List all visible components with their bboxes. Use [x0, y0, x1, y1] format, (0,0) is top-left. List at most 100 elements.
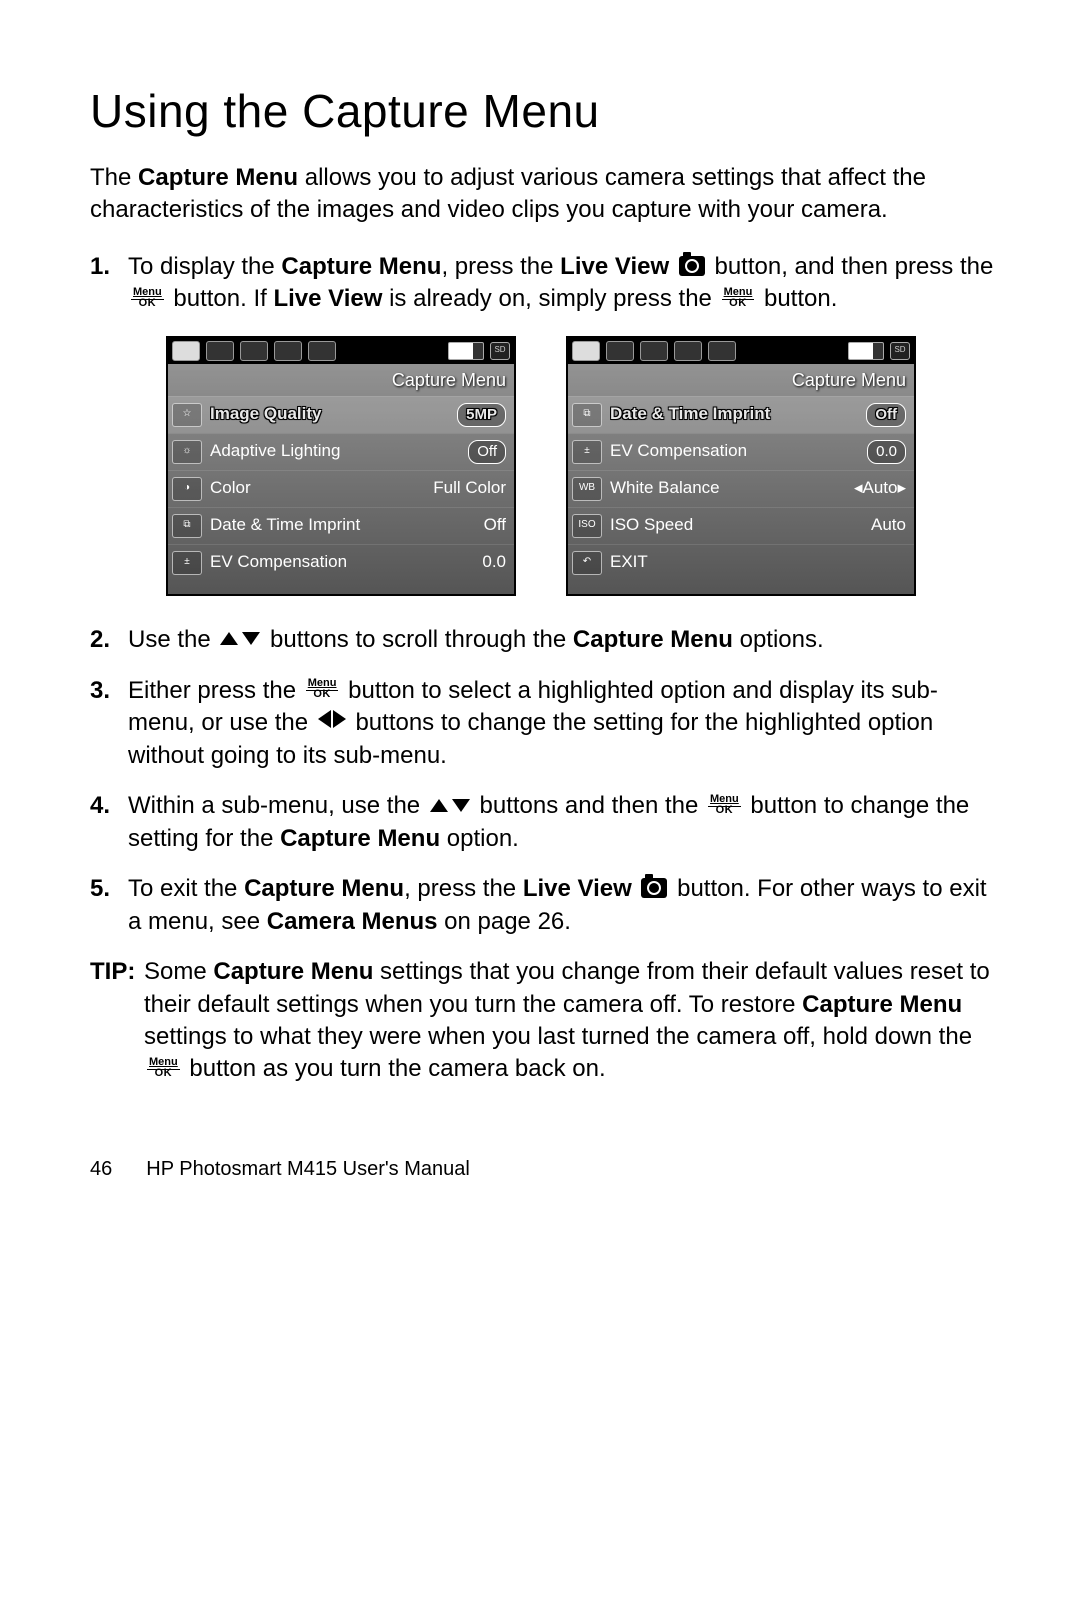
- t: Capture Menu: [573, 626, 733, 653]
- tab-icon: [274, 341, 302, 361]
- t: Use the: [128, 626, 217, 653]
- menu-ok-icon: MenuOK: [147, 1057, 180, 1079]
- menu-ok-icon: MenuOK: [708, 794, 741, 816]
- step-4: 4. Within a sub-menu, use the buttons an…: [90, 790, 1000, 855]
- tip-label: TIP:: [90, 956, 135, 988]
- row-icon: ☆: [172, 403, 202, 427]
- row-icon: ◑: [172, 477, 202, 501]
- sd-icon: SD: [490, 342, 510, 360]
- t: Some: [144, 958, 213, 985]
- row-icon: WB: [572, 477, 602, 501]
- t: button, and then press the: [714, 253, 993, 280]
- tab-icon: [572, 341, 600, 361]
- battery-icon: [848, 342, 884, 360]
- row-name: Date & Time Imprint: [610, 403, 866, 426]
- row-icon: ISO: [572, 514, 602, 538]
- up-down-arrows-icon: [220, 622, 260, 654]
- screenshots: SD Capture Menu ☆ Image Quality5MP ☼ Adapti…: [166, 336, 1000, 596]
- row-value: 5MP: [457, 403, 506, 427]
- row-icon: ↶: [572, 551, 602, 575]
- t: button as you turn the camera back on.: [183, 1055, 606, 1082]
- camera-icon: [641, 878, 667, 898]
- left-right-arrows-icon: [318, 705, 346, 737]
- t: OK: [155, 1066, 173, 1079]
- t: Capture Menu: [280, 825, 440, 852]
- page-footer: 46 HP Photosmart M415 User's Manual: [90, 1156, 1000, 1183]
- tab-bar: SD: [168, 338, 514, 364]
- t: OK: [729, 296, 747, 309]
- row-icon: ⧉: [172, 514, 202, 538]
- t: , press the: [404, 875, 523, 902]
- menu-row: ↶EXIT: [568, 544, 914, 581]
- t: Capture Menu: [802, 991, 962, 1018]
- step-number: 1.: [90, 251, 110, 283]
- step-3: 3. Either press the MenuOK button to sel…: [90, 675, 1000, 773]
- t: button. If: [167, 285, 274, 312]
- t: is already on, simply press the: [382, 285, 718, 312]
- t: , press the: [441, 253, 560, 280]
- menu-row: ± EV Compensation0.0: [568, 433, 914, 470]
- row-value: Off: [866, 403, 906, 427]
- steps-list: 1. To display the Capture Menu, press th…: [90, 251, 1000, 938]
- t: options.: [733, 626, 824, 653]
- row-name: Color: [210, 477, 433, 500]
- t: buttons and then the: [473, 792, 705, 819]
- t: Capture Menu: [244, 875, 404, 902]
- menu-row: ☼ Adaptive LightingOff: [168, 433, 514, 470]
- t: Capture Menu: [213, 958, 373, 985]
- sd-icon: SD: [890, 342, 910, 360]
- step-number: 3.: [90, 675, 110, 707]
- tab-icon: [640, 341, 668, 361]
- footer-title: HP Photosmart M415 User's Manual: [146, 1158, 470, 1180]
- t: Live View: [523, 875, 632, 902]
- t: button.: [757, 285, 837, 312]
- t: Within a sub-menu, use the: [128, 792, 427, 819]
- page-heading: Using the Capture Menu: [90, 80, 1000, 142]
- t: OK: [716, 803, 734, 816]
- t: settings to what they were when you last…: [144, 1023, 972, 1050]
- tab-icon: [240, 341, 268, 361]
- tab-bar: SD: [568, 338, 914, 364]
- menu-row: ⧉Date & Time ImprintOff: [168, 507, 514, 544]
- menu-row: ISOISO SpeedAuto: [568, 507, 914, 544]
- row-name: EV Compensation: [610, 440, 867, 463]
- menu-row: ⧉ Date & Time ImprintOff: [568, 396, 914, 433]
- row-value: 0.0: [867, 440, 906, 464]
- row-name: EV Compensation: [210, 551, 482, 574]
- text: The: [90, 164, 138, 191]
- menu-ok-icon: MenuOK: [306, 678, 339, 700]
- row-name: Image Quality: [210, 403, 457, 426]
- t: To exit the: [128, 875, 244, 902]
- row-name: Date & Time Imprint: [210, 514, 484, 537]
- menu-ok-icon: MenuOK: [722, 287, 755, 309]
- step-2: 2. Use the buttons to scroll through the…: [90, 624, 1000, 657]
- row-name: ISO Speed: [610, 514, 871, 537]
- step-1: 1. To display the Capture Menu, press th…: [90, 251, 1000, 596]
- t: Capture Menu: [281, 253, 441, 280]
- row-name: White Balance: [610, 477, 854, 500]
- tab-icon: [206, 341, 234, 361]
- battery-icon: [448, 342, 484, 360]
- t: buttons to scroll through the: [263, 626, 573, 653]
- tip-paragraph: TIP: Some Capture Menu settings that you…: [90, 956, 1000, 1086]
- t: option.: [440, 825, 519, 852]
- t: on page 26.: [437, 908, 570, 935]
- t: Either press the: [128, 677, 303, 704]
- page-number: 46: [90, 1158, 112, 1180]
- row-value: Off: [468, 440, 506, 464]
- menu-row: ☆ Image Quality5MP: [168, 396, 514, 433]
- row-icon: ±: [172, 551, 202, 575]
- row-icon: ☼: [172, 440, 202, 464]
- step-number: 5.: [90, 873, 110, 905]
- row-icon: ±: [572, 440, 602, 464]
- screen-right: SD Capture Menu ⧉Date & Time ImprintOff±…: [566, 336, 916, 596]
- screen-title: Capture Menu: [168, 364, 514, 396]
- tab-icon: [708, 341, 736, 361]
- tab-icon: [674, 341, 702, 361]
- menu-row: ◑ColorFull Color: [168, 470, 514, 507]
- screen-left: SD Capture Menu ☆ Image Quality5MP ☼ Adapti…: [166, 336, 516, 596]
- row-name: Adaptive Lighting: [210, 440, 468, 463]
- intro-paragraph: The Capture Menu allows you to adjust va…: [90, 162, 1000, 227]
- row-icon: ⧉: [572, 403, 602, 427]
- text-bold: Capture Menu: [138, 164, 298, 191]
